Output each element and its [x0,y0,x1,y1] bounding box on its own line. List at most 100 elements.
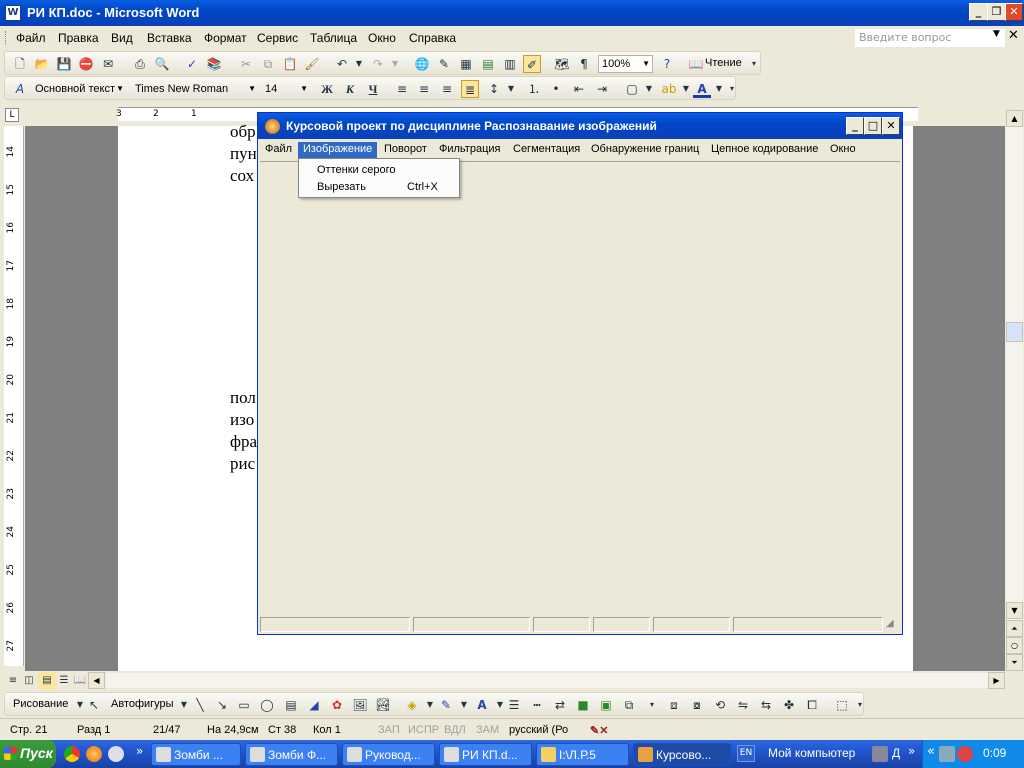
underline-button[interactable]: Ч [364,80,382,98]
line-color-icon[interactable]: ✎ [437,696,455,714]
fill-color-icon[interactable]: ◈ [403,696,421,714]
bullets-icon[interactable]: • [547,80,565,98]
copy-icon[interactable]: ⧉ [259,55,277,73]
browse-object-icon[interactable]: ○ [1006,637,1023,654]
select-multiple-icon[interactable]: ⧉ [620,696,638,714]
app-menu-filter[interactable]: Фильтрация [434,142,505,158]
font-select[interactable]: Times New Roman ▼ [131,80,259,98]
rectangle-icon[interactable]: ▭ [235,696,253,714]
computer-icon[interactable] [872,746,888,762]
font-size-select[interactable]: 14 ▼ [261,80,311,98]
insert-table-icon[interactable]: ▦ [457,55,475,73]
app-menu-window[interactable]: Окно [825,142,861,158]
open-folder-icon[interactable]: 📂 [33,55,51,73]
spelling-icon[interactable]: ✓ [183,55,201,73]
arrow-style-icon[interactable]: ⇄ [551,696,569,714]
help-icon[interactable]: ? [658,55,676,73]
menu-tools[interactable]: Сервис [257,31,298,45]
app-maximize-button[interactable]: □ [864,117,882,135]
style-select[interactable]: Основной текст ▼ [31,80,127,98]
connector-icon[interactable]: ⇋ [734,696,752,714]
align-center-icon[interactable]: ≡ [415,80,433,98]
wordart-icon[interactable]: ◢ [305,696,323,714]
scroll-thumb[interactable] [1006,322,1023,342]
hyperlink-icon[interactable]: 🌐 [413,55,431,73]
taskbar-item[interactable]: I:\Л.Р.5 [536,743,629,766]
order-icon[interactable]: ⧠ [803,696,821,714]
columns-icon[interactable]: ▥ [501,55,519,73]
language-indicator[interactable]: EN [737,745,755,762]
ungroup-icon[interactable]: ⧇ [688,696,706,714]
font-color-icon[interactable]: A [693,80,711,98]
status-extend[interactable]: ВДЛ [444,724,466,736]
close-button[interactable]: ✕ [1005,3,1023,21]
next-page-icon[interactable]: ⏷ [1006,654,1023,671]
app-menu-image[interactable]: Изображение [298,142,378,158]
align-left-icon[interactable]: ≡ [393,80,411,98]
3d-style-icon[interactable]: ▣ [597,696,615,714]
font-color-icon[interactable]: A [473,696,491,714]
insert-picture-icon[interactable]: 🏞 [374,696,392,714]
numbering-icon[interactable]: ⒈ [525,80,543,98]
resize-grip-icon[interactable]: ◢ [886,618,894,629]
toolbar-options-icon[interactable]: ▾ [643,696,661,714]
permission-icon[interactable]: ⛔ [77,55,95,73]
italic-button[interactable]: К [341,80,359,98]
tab-selector[interactable]: L [5,108,19,122]
chevron-down-icon[interactable]: ▼ [386,55,404,73]
toolbar-options-icon[interactable]: ▾ [723,80,741,98]
undo-icon[interactable]: ↶ [333,55,351,73]
align-right-icon[interactable]: ≡ [438,80,456,98]
group-icon[interactable]: ⧈ [665,696,683,714]
menu-format[interactable]: Формат [204,31,247,45]
firefox-icon[interactable] [86,746,102,762]
increase-indent-icon[interactable]: ⇥ [593,80,611,98]
select-objects-icon[interactable]: ↖ [85,696,103,714]
reading-layout-icon[interactable]: 📖 [71,672,89,690]
line-spacing-icon[interactable]: ↕ [485,80,503,98]
save-icon[interactable]: 💾 [55,55,73,73]
chevron-down-icon[interactable]: ▼ [502,80,520,98]
format-painter-icon[interactable]: 🖌 [303,55,321,73]
borders-icon[interactable]: ▢ [623,80,641,98]
new-document-icon[interactable]: 🗋 [11,55,29,73]
redo-icon[interactable]: ↷ [369,55,387,73]
web-view-icon[interactable]: ◫ [20,672,38,690]
taskbar-item[interactable]: РИ КП.d... [439,743,532,766]
menu-window[interactable]: Окно [368,31,396,45]
cut-icon[interactable]: ✂ [237,55,255,73]
help-question-input[interactable]: Введите вопрос [855,29,1005,47]
app-title-bar[interactable]: Курсовой проект по дисциплине Распознава… [258,113,902,139]
email-icon[interactable]: ✉ [99,55,117,73]
menu-item-grayscale[interactable]: Оттенки серого [317,164,395,176]
menu-help[interactable]: Справка [409,31,456,45]
clock[interactable]: 0:09 [983,746,1006,760]
toolbar-chevron-icon[interactable]: » [908,744,915,758]
regroup-icon[interactable]: ⟲ [711,696,729,714]
chevron-down-icon[interactable]: ▼ [455,696,473,714]
line-style-icon[interactable]: ☰ [505,696,523,714]
scroll-left-icon[interactable]: ◀ [88,672,105,689]
highlight-icon[interactable]: ab [660,80,678,98]
app-minimize-button[interactable]: _ [846,117,864,135]
menu-table[interactable]: Таблица [310,31,357,45]
horizontal-scroll-track[interactable] [106,673,988,688]
scroll-right-icon[interactable]: ▶ [988,672,1005,689]
research-icon[interactable]: 📚 [205,55,223,73]
status-record[interactable]: ЗАП [378,724,400,736]
antivirus-icon[interactable] [957,746,973,762]
app-client-area[interactable] [260,161,900,613]
chevron-down-icon[interactable]: ▼ [993,29,1005,47]
vertical-scrollbar[interactable]: ▲ ▼ ⏶ ○ ⏷ [1006,110,1023,671]
reading-icon[interactable]: 📖 [687,55,705,73]
tables-borders-icon[interactable]: ✎ [435,55,453,73]
zoom-select[interactable]: 100% ▼ [598,55,653,73]
bold-button[interactable]: Ж [318,80,336,98]
clipart-icon[interactable]: 🖼 [351,696,369,714]
menu-grip[interactable] [5,31,8,45]
shadow-style-icon[interactable]: ■ [574,696,592,714]
insert-excel-icon[interactable]: ▤ [479,55,497,73]
text-box-icon[interactable]: ▤ [282,696,300,714]
autoshapes-menu-button[interactable]: Автофигуры [111,698,174,710]
taskbar-item[interactable]: Зомби Ф... [245,743,338,766]
